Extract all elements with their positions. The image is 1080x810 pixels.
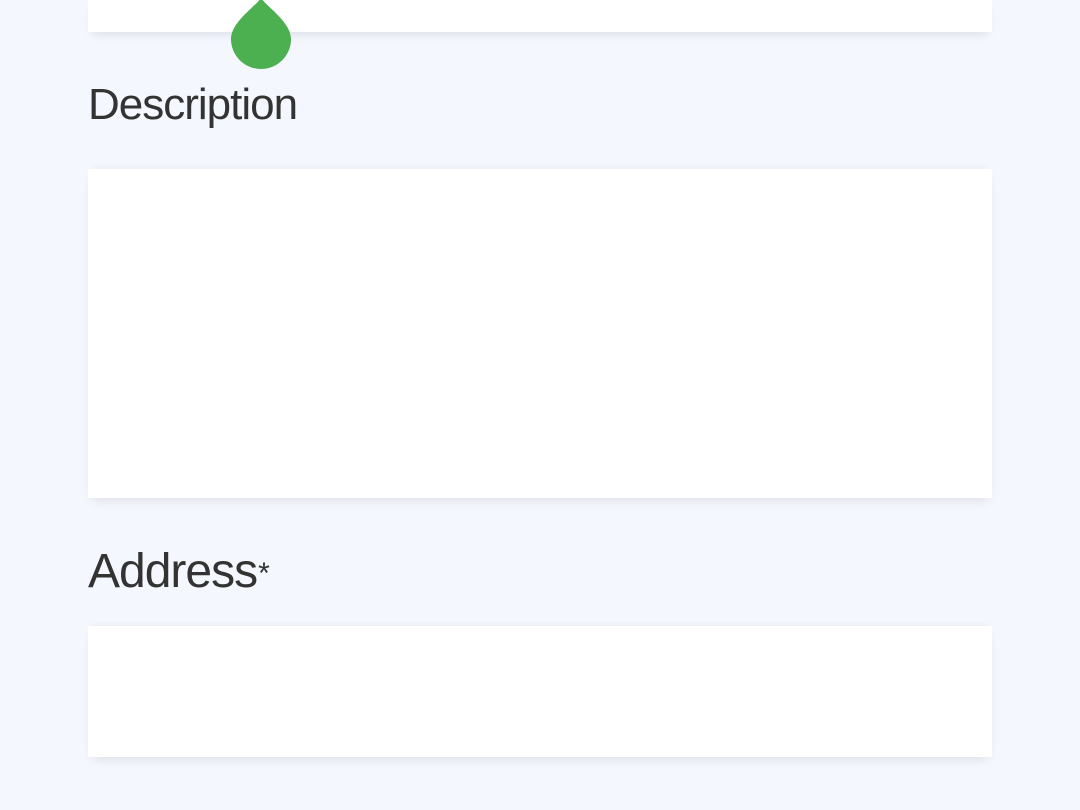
form-page: Description Address* <box>0 0 1080 810</box>
address-label: Address* <box>88 544 270 600</box>
description-field[interactable] <box>88 169 992 498</box>
drop-shape <box>231 0 291 69</box>
description-textarea[interactable] <box>88 169 992 498</box>
previous-field[interactable] <box>88 0 992 32</box>
description-label: Description <box>88 80 298 130</box>
previous-field-input[interactable] <box>88 0 992 32</box>
address-textarea[interactable] <box>88 626 992 757</box>
address-field[interactable] <box>88 626 992 757</box>
description-label-text: Description <box>88 80 298 129</box>
required-asterisk: * <box>258 557 270 590</box>
water-drop-icon <box>231 0 291 69</box>
address-label-text: Address <box>88 545 258 598</box>
